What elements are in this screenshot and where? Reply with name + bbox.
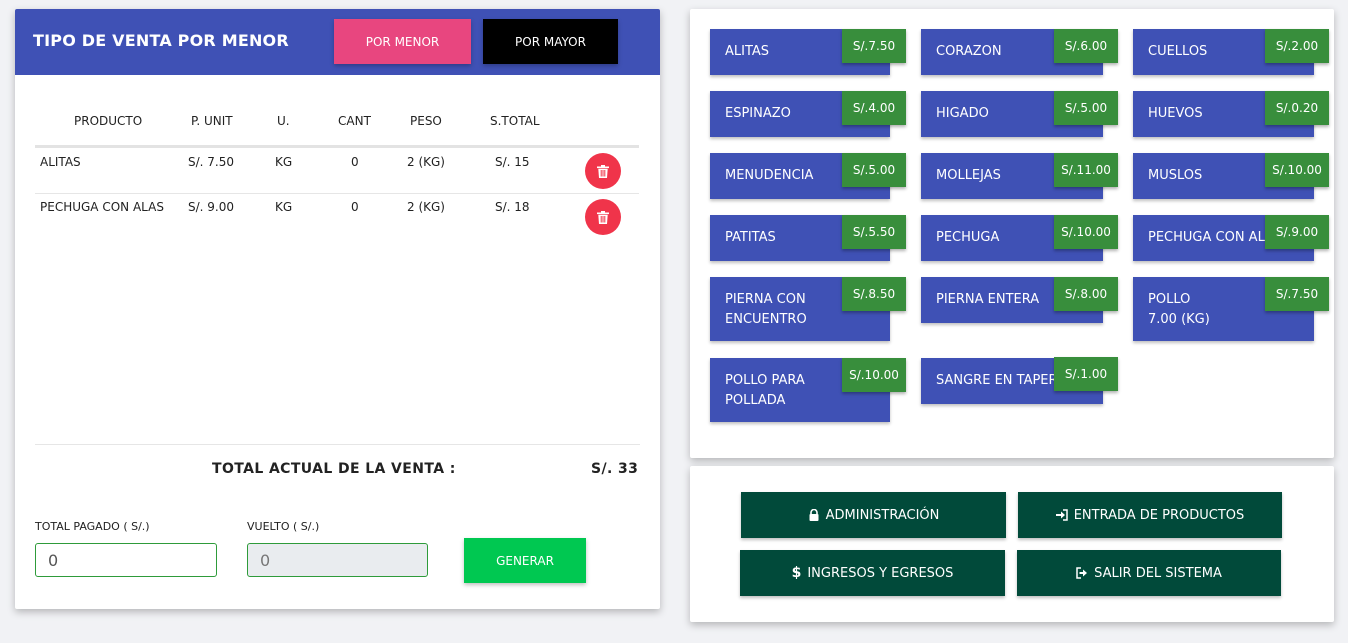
cell-peso: 2 (KG) [407,155,445,169]
product-name: PATITAS [725,230,776,245]
administracion-label: ADMINISTRACIÓN [825,507,940,523]
administracion-button[interactable]: ADMINISTRACIÓN [741,492,1006,538]
column-header-punit: P. UNIT [191,114,233,128]
salir-sistema-button[interactable]: SALIR DEL SISTEMA [1017,550,1281,596]
dollar-icon: $ [791,565,802,581]
product-name: CUELLOS [1148,44,1208,59]
cell-unidad: KG [275,155,293,169]
cell-cant: 0 [351,200,359,214]
product-name: HIGADO [936,106,989,121]
trash-icon [597,164,609,178]
column-header-stotal: S.TOTAL [490,114,540,128]
sale-panel: TIPO DE VENTA POR MENOR POR MENOR POR MA… [15,9,660,609]
product-price-badge: S/.10.00 [842,358,906,392]
por-mayor-button[interactable]: POR MAYOR [483,19,618,64]
column-header-producto: PRODUCTO [74,114,143,128]
salir-sistema-label: SALIR DEL SISTEMA [1094,565,1222,581]
sale-header: TIPO DE VENTA POR MENOR POR MENOR POR MA… [15,9,660,75]
product-name: PECHUGA CON ALAS [1148,230,1283,245]
product-name: MENUDENCIA [725,168,814,183]
total-pagado-label: TOTAL PAGADO ( S/.) [35,520,150,533]
product-name: MUSLOS [1148,168,1203,183]
product-name: CORAZON [936,44,1002,59]
cell-unidad: KG [275,200,293,214]
ingresos-egresos-button[interactable]: $ INGRESOS Y EGRESOS [740,550,1005,596]
cell-punit: S/. 7.50 [188,155,235,169]
product-price-badge: S/.9.00 [1265,215,1329,249]
actions-panel: ADMINISTRACIÓN ENTRADA DE PRODUCTOS $ IN… [690,466,1334,622]
cell-stotal: S/. 15 [495,155,530,169]
entrada-productos-button[interactable]: ENTRADA DE PRODUCTOS [1018,492,1282,538]
total-pagado-input[interactable]: 0 [35,543,217,577]
product-price-badge: S/.4.00 [842,91,906,125]
total-label: TOTAL ACTUAL DE LA VENTA : [212,461,456,477]
sign-out-icon [1076,567,1088,579]
total-value: S/. 33 [591,461,639,477]
products-panel: ALITAS S/.7.50 CORAZON S/.6.00 CUELLOS S… [690,9,1334,458]
product-name: MOLLEJAS [936,168,1001,183]
lock-icon [809,509,819,521]
product-price-badge: S/.8.00 [1054,277,1118,311]
entrada-productos-label: ENTRADA DE PRODUCTOS [1073,507,1245,523]
trash-icon [597,210,609,224]
product-name: POLLO PARA POLLADA [725,373,805,408]
sale-type-title: TIPO DE VENTA POR MENOR [33,31,289,50]
vuelto-label: VUELTO ( S/.) [247,520,320,533]
cell-cant: 0 [351,155,359,169]
column-header-cant: CANT [338,114,371,128]
delete-row-button[interactable] [585,153,621,189]
product-price-badge: S/.8.50 [842,277,906,311]
product-price-badge: S/.5.00 [1054,91,1118,125]
cell-producto: PECHUGA CON ALAS [40,200,164,214]
ingresos-egresos-label: INGRESOS Y EGRESOS [807,565,954,581]
por-menor-button[interactable]: POR MENOR [334,19,471,64]
product-price-badge: S/.5.00 [842,153,906,187]
product-name: PIERNA ENTERA [936,292,1040,307]
product-name: ALITAS [725,44,770,59]
product-price-badge: S/.5.50 [842,215,906,249]
product-price-badge: S/.0.20 [1265,91,1329,125]
product-name: POLLO 7.00 (KG) [1148,292,1210,327]
product-name: PECHUGA [936,230,1000,245]
generar-button[interactable]: GENERAR [464,538,586,583]
vuelto-field: 0 [247,543,428,577]
product-price-badge: S/.6.00 [1054,29,1118,63]
product-price-badge: S/.7.50 [842,29,906,63]
product-price-badge: S/.10.00 [1054,215,1118,249]
cell-peso: 2 (KG) [407,200,445,214]
product-price-badge: S/.2.00 [1265,29,1329,63]
product-name: HUEVOS [1148,106,1203,121]
product-price-badge: S/.7.50 [1265,277,1329,311]
column-header-peso: PESO [410,114,442,128]
product-name: PIERNA CON ENCUENTRO [725,292,807,327]
table-header-divider [35,145,639,148]
product-price-badge: S/.11.00 [1054,153,1118,187]
product-name: ESPINAZO [725,106,791,121]
row-divider [35,193,639,194]
sign-in-icon [1055,509,1068,521]
cell-producto: ALITAS [40,155,81,169]
product-price-badge: S/.1.00 [1054,357,1118,391]
product-price-badge: S/.10.00 [1265,153,1329,187]
cell-punit: S/. 9.00 [188,200,235,214]
delete-row-button[interactable] [585,199,621,235]
product-name: SANGRE EN TAPER [936,373,1058,388]
totals-divider [35,444,640,445]
column-header-unidad: U. [277,114,290,128]
cell-stotal: S/. 18 [495,200,530,214]
